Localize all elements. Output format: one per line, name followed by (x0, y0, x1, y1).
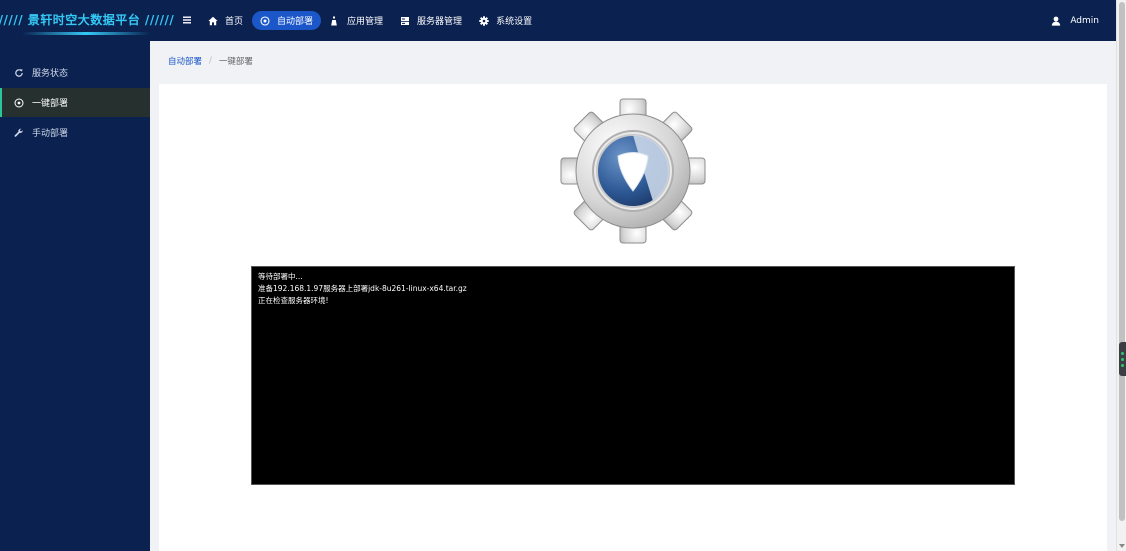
breadcrumb-separator: / (209, 56, 212, 66)
sidebar-item-manual-deploy[interactable]: 手动部署 (0, 118, 150, 147)
nav-app-management-label: 应用管理 (347, 17, 384, 27)
logo-underline (22, 32, 150, 35)
logo-text: ////// 景轩时空大数据平台 ////// (0, 13, 175, 27)
user-icon (1051, 16, 1061, 26)
breadcrumb: 自动部署 / 一键部署 (168, 55, 253, 67)
server-icon (400, 16, 410, 26)
sidebar-item-label: 一键部署 (32, 99, 69, 109)
scrollbar-thumb[interactable] (1119, 2, 1125, 521)
deploy-gear-icon (560, 98, 706, 244)
refresh-icon (14, 68, 24, 78)
home-icon (208, 16, 218, 26)
sidebar-item-label: 服务状态 (32, 69, 69, 79)
user-name: Admin (1070, 15, 1099, 26)
top-header: ////// 景轩时空大数据平台 ////// 首页 自动部署 应用管理 服务器… (0, 0, 1116, 41)
breadcrumb-parent-link[interactable]: 自动部署 (168, 55, 202, 67)
nav-app-management[interactable]: 应用管理 (322, 11, 391, 30)
main-content: 自动部署 / 一键部署 等待部署中... 准备192.168.1.97服务器上部… (150, 41, 1116, 551)
console-line: 正在检查服务器环境! (258, 296, 329, 305)
breadcrumb-current: 一键部署 (218, 57, 253, 67)
nav-system-settings[interactable]: 系统设置 (471, 11, 540, 30)
user-menu[interactable]: Admin (1051, 12, 1099, 29)
console-line: 准备192.168.1.97服务器上部署jdk-8u261-linux-x64.… (258, 284, 467, 293)
deploy-console[interactable]: 等待部署中... 准备192.168.1.97服务器上部署jdk-8u261-l… (251, 266, 1015, 485)
scroll-down-icon[interactable] (1118, 543, 1126, 549)
top-nav: 首页 自动部署 应用管理 服务器管理 系统设置 (200, 11, 541, 30)
app-icon (330, 16, 340, 26)
sidebar-item-label: 手动部署 (32, 129, 69, 139)
page-scrollbar[interactable] (1116, 0, 1126, 551)
sidebar-item-service-status[interactable]: 服务状态 (0, 58, 150, 87)
target-icon (260, 15, 270, 26)
sidebar: 服务状态 一键部署 手动部署 (0, 41, 150, 551)
nav-auto-deploy-label: 自动部署 (277, 17, 314, 27)
floating-widget-handle[interactable] (1119, 342, 1126, 376)
target-icon (14, 98, 24, 108)
nav-home-label: 首页 (225, 17, 244, 27)
gear-icon (479, 15, 489, 26)
console-line: 等待部署中... (258, 272, 303, 281)
nav-server-management-label: 服务器管理 (417, 17, 463, 27)
menu-toggle-icon[interactable] (181, 12, 193, 28)
nav-auto-deploy[interactable]: 自动部署 (252, 11, 322, 30)
nav-server-management[interactable]: 服务器管理 (392, 11, 470, 30)
wrench-icon (14, 128, 24, 138)
nav-system-settings-label: 系统设置 (496, 17, 533, 27)
logo[interactable]: ////// 景轩时空大数据平台 ////// (0, 0, 174, 41)
sidebar-item-one-click-deploy[interactable]: 一键部署 (0, 88, 150, 117)
nav-home[interactable]: 首页 (200, 11, 251, 30)
deploy-card: 等待部署中... 准备192.168.1.97服务器上部署jdk-8u261-l… (159, 84, 1107, 551)
